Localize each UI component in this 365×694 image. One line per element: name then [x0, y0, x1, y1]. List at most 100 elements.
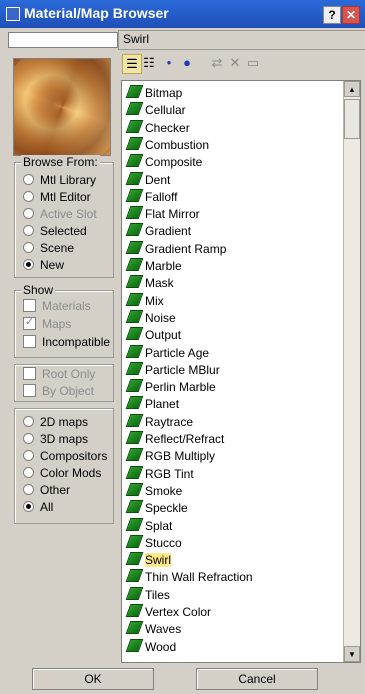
- map-icon: [125, 119, 144, 133]
- large-icons-view-icon[interactable]: ●: [178, 54, 196, 72]
- list-item[interactable]: Vertex Color: [125, 604, 212, 620]
- list-scrollbar[interactable]: ▲ ▼: [343, 81, 360, 662]
- list-icons-view-icon[interactable]: ☷: [140, 54, 158, 72]
- list-item[interactable]: Tiles: [125, 586, 170, 603]
- ok-button[interactable]: OK: [32, 668, 154, 690]
- map-icon: [125, 102, 144, 116]
- map-icon: [125, 482, 144, 496]
- list-item[interactable]: Mask: [125, 275, 174, 291]
- scroll-thumb[interactable]: [344, 99, 360, 139]
- list-item[interactable]: Checker: [125, 119, 190, 136]
- browse-from-label: Mtl Library: [40, 173, 97, 187]
- radio-icon: [23, 450, 34, 461]
- list-item[interactable]: Planet: [125, 396, 179, 412]
- map-type-option[interactable]: Color Mods: [23, 466, 101, 480]
- map-type-option[interactable]: 3D maps: [23, 432, 88, 446]
- radio-icon: [23, 208, 34, 219]
- list-item[interactable]: Output: [125, 327, 182, 343]
- small-icons-view-icon[interactable]: •: [160, 54, 178, 72]
- browse-from-label: New: [40, 258, 65, 272]
- list-item[interactable]: Perlin Marble: [125, 379, 216, 395]
- map-type-label: All: [40, 500, 54, 514]
- map-icon: [125, 604, 144, 617]
- list-item[interactable]: Waves: [125, 621, 181, 637]
- list-item[interactable]: Bitmap: [125, 85, 182, 101]
- list-item[interactable]: Gradient Ramp: [125, 240, 226, 257]
- show-option[interactable]: Incompatible: [23, 335, 110, 349]
- list-item[interactable]: Raytrace: [125, 413, 194, 430]
- update-scene-icon[interactable]: ⇄: [208, 54, 226, 72]
- search-input[interactable]: [8, 32, 118, 48]
- list-item-label: Perlin Marble: [145, 380, 216, 395]
- show-label: Materials: [42, 299, 91, 313]
- close-button[interactable]: ✕: [342, 6, 360, 24]
- list-item[interactable]: Composite: [125, 154, 202, 170]
- map-icon: [125, 344, 144, 358]
- list-item-label: Raytrace: [145, 414, 194, 429]
- browse-from-option[interactable]: Mtl Library: [23, 173, 96, 187]
- list-view-icon[interactable]: ☰: [122, 54, 142, 74]
- list-item[interactable]: RGB Multiply: [125, 448, 216, 464]
- list-item[interactable]: Smoke: [125, 482, 182, 499]
- map-type-option[interactable]: 2D maps: [23, 415, 88, 429]
- list-item[interactable]: Gradient: [125, 223, 192, 239]
- list-item-label: RGB Tint: [145, 466, 194, 481]
- map-icon: [125, 85, 144, 98]
- list-item[interactable]: Mix: [125, 292, 164, 309]
- list-item[interactable]: Splat: [125, 517, 172, 534]
- list-item-label: RGB Multiply: [145, 449, 216, 464]
- list-item[interactable]: Speckle: [125, 500, 188, 516]
- list-item-label: Output: [145, 328, 182, 343]
- browse-from-option[interactable]: Selected: [23, 224, 87, 238]
- list-item[interactable]: Thin Wall Refraction: [125, 569, 253, 585]
- browse-from-option[interactable]: Mtl Editor: [23, 190, 91, 204]
- map-type-option[interactable]: All: [23, 500, 53, 514]
- radio-icon: [23, 259, 34, 270]
- list-item[interactable]: Wood: [125, 638, 176, 655]
- list-item[interactable]: Swirl: [125, 552, 171, 568]
- scroll-up-icon[interactable]: ▲: [344, 81, 360, 97]
- list-item[interactable]: Particle Age: [125, 344, 209, 361]
- help-button[interactable]: ?: [323, 6, 341, 24]
- list-item[interactable]: Dent: [125, 171, 170, 188]
- scroll-down-icon[interactable]: ▼: [344, 646, 360, 662]
- show-group: Show Materials Maps Incompatible: [14, 283, 114, 358]
- show-label: Incompatible: [42, 335, 111, 349]
- show-option: Materials: [23, 299, 91, 313]
- list-item-label: Vertex Color: [145, 605, 212, 619]
- scope-option: Root Only: [23, 367, 95, 381]
- map-icon: [125, 275, 144, 289]
- list-item[interactable]: Stucco: [125, 534, 182, 551]
- map-type-group: 2D maps 3D maps Compositors Color Mods Other…: [14, 408, 114, 524]
- list-item[interactable]: Cellular: [125, 102, 186, 118]
- browse-from-option[interactable]: Scene: [23, 241, 74, 255]
- list-item-label: Combustion: [145, 137, 210, 152]
- list-item-label: Falloff: [145, 189, 178, 204]
- checkbox-icon: [23, 384, 36, 397]
- cancel-button[interactable]: Cancel: [196, 668, 318, 690]
- map-icon: [125, 534, 144, 548]
- map-icon: [125, 569, 144, 583]
- map-icon: [125, 500, 144, 514]
- delete-icon[interactable]: ✕: [226, 54, 244, 72]
- list-item[interactable]: Noise: [125, 309, 176, 326]
- map-type-label: Compositors: [40, 449, 108, 463]
- map-type-option[interactable]: Other: [23, 483, 70, 497]
- list-item[interactable]: Falloff: [125, 188, 178, 205]
- list-item[interactable]: Particle MBlur: [125, 361, 220, 378]
- list-item[interactable]: Flat Mirror: [125, 206, 200, 222]
- list-item-label: Gradient: [145, 224, 192, 239]
- list-item-label: Speckle: [145, 501, 188, 516]
- show-label: Maps: [42, 317, 72, 331]
- list-item[interactable]: Marble: [125, 258, 182, 274]
- radio-icon: [23, 416, 34, 427]
- list-item[interactable]: Reflect/Refract: [125, 431, 224, 447]
- list-item[interactable]: RGB Tint: [125, 465, 194, 482]
- map-type-option[interactable]: Compositors: [23, 449, 107, 463]
- list-item-label: Tiles: [145, 587, 170, 602]
- list-item[interactable]: Combustion: [125, 136, 210, 153]
- browse-from-option[interactable]: New: [23, 258, 64, 272]
- radio-icon: [23, 501, 34, 512]
- clear-library-icon[interactable]: ▭: [244, 54, 262, 72]
- map-list[interactable]: Bitmap Cellular Checker Combustion Composite…: [121, 80, 361, 663]
